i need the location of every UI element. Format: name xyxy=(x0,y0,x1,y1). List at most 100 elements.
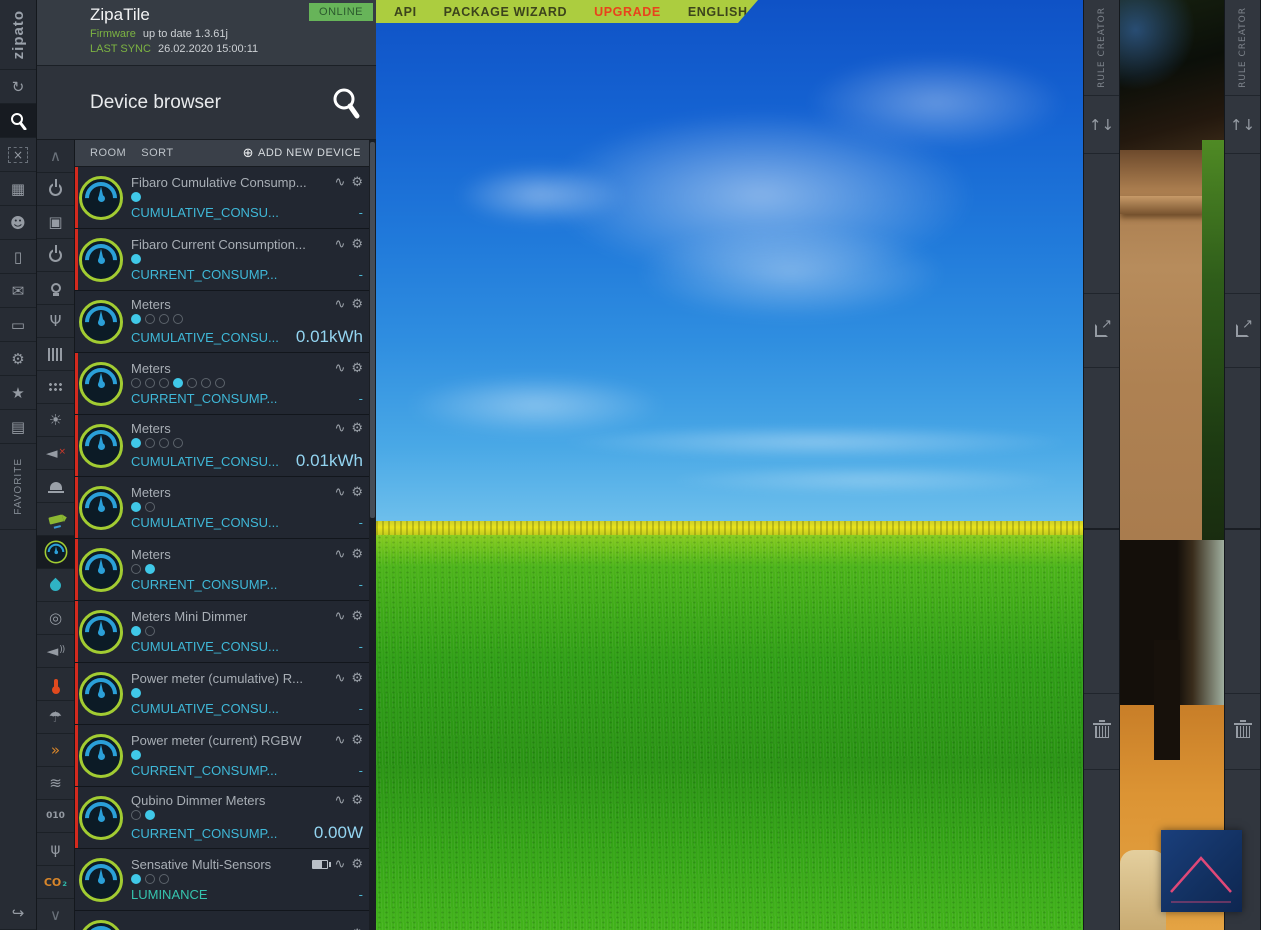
gear-icon[interactable]: ⚙ xyxy=(351,485,363,500)
chevron-up-icon[interactable]: ∧ xyxy=(37,140,74,173)
gear-icon[interactable]: ⚙ xyxy=(351,733,363,748)
device-row[interactable]: Meters ∿ ⚙ CUMULATIVE_CONSU... - xyxy=(75,477,369,539)
device-row[interactable]: Sensative Multi-Sensors ∿ ⚙ LUMINANCE - xyxy=(75,849,369,911)
endpoint-dot[interactable] xyxy=(159,314,169,324)
endpoint-dot[interactable] xyxy=(145,314,155,324)
settings-icon[interactable]: ⚙ xyxy=(0,342,36,376)
endpoint-dots[interactable] xyxy=(131,564,363,575)
endpoint-dot[interactable] xyxy=(173,438,183,448)
notes-icon[interactable]: ▤ xyxy=(0,410,36,444)
device-channel[interactable]: CURRENT_CONSUMP... xyxy=(131,267,353,282)
endpoint-dot[interactable] xyxy=(131,688,141,698)
device-channel[interactable]: CURRENT_CONSUMP... xyxy=(131,577,353,592)
heating-icon[interactable] xyxy=(37,338,74,371)
chart-icon[interactable]: ∿ xyxy=(334,927,345,930)
endpoint-dot[interactable] xyxy=(131,192,141,202)
chart-icon[interactable]: ∿ xyxy=(334,547,345,562)
weather-icon[interactable]: ☂ xyxy=(37,701,74,734)
chart-icon[interactable]: ∿ xyxy=(334,421,345,436)
gear-icon[interactable]: ⚙ xyxy=(351,297,363,312)
chart-icon[interactable]: ∿ xyxy=(334,609,345,624)
contacts-icon[interactable]: ▯ xyxy=(0,240,36,274)
achievements-icon[interactable]: ★ xyxy=(0,376,36,410)
endpoint-dot[interactable] xyxy=(145,438,155,448)
chart-icon[interactable]: ∿ xyxy=(334,485,345,500)
device-row[interactable]: Meters ∿ ⚙ CURRENT_CONSUMP... - xyxy=(75,539,369,601)
endpoint-dot[interactable] xyxy=(173,314,183,324)
gear-icon[interactable]: ⚙ xyxy=(351,421,363,436)
endpoint-dot[interactable] xyxy=(131,810,141,820)
chart-icon[interactable]: ∿ xyxy=(334,733,345,748)
endpoint-dots[interactable] xyxy=(131,378,363,389)
gear-icon[interactable]: ⚙ xyxy=(351,175,363,190)
gear-icon[interactable]: ⚙ xyxy=(351,361,363,376)
endpoint-dots[interactable] xyxy=(131,314,363,325)
endpoint-dot[interactable] xyxy=(131,502,141,512)
gear-icon[interactable]: ⚙ xyxy=(351,927,363,930)
co2-icon[interactable]: CO₂ xyxy=(37,866,74,899)
endpoint-dot[interactable] xyxy=(131,626,141,636)
search-icon[interactable] xyxy=(0,104,36,138)
gear-icon[interactable]: ⚙ xyxy=(351,609,363,624)
binary-icon[interactable]: 010 xyxy=(37,800,74,833)
messages-icon[interactable]: ✉ xyxy=(0,274,36,308)
gear-icon[interactable]: ⚙ xyxy=(351,671,363,686)
endpoint-dot[interactable] xyxy=(145,626,155,636)
menu-item-upgrade[interactable]: UPGRADE xyxy=(594,5,661,19)
endpoint-dot[interactable] xyxy=(215,378,225,388)
siren-icon[interactable] xyxy=(37,470,74,503)
speaker-muted-icon[interactable]: ◄× xyxy=(37,437,74,470)
chart-icon[interactable]: ∿ xyxy=(334,793,345,808)
endpoint-dot[interactable] xyxy=(159,874,169,884)
appliance-icon[interactable]: ▣ xyxy=(37,206,74,239)
endpoint-dot[interactable] xyxy=(131,874,141,884)
endpoint-dot[interactable] xyxy=(173,378,183,388)
endpoint-dots[interactable] xyxy=(131,438,363,449)
thermometer-icon[interactable] xyxy=(37,668,74,701)
meter-gauge-icon[interactable] xyxy=(37,536,74,569)
endpoint-dot[interactable] xyxy=(131,378,141,388)
transform-icon[interactable]: × xyxy=(0,138,36,172)
sort-button[interactable]: SORT xyxy=(141,147,173,159)
list-scrollbar[interactable] xyxy=(369,140,376,930)
endpoint-dot[interactable] xyxy=(131,438,141,448)
device-channel[interactable]: CUMULATIVE_CONSU... xyxy=(131,330,290,345)
add-new-device-button[interactable]: ⊕ ADD NEW DEVICE xyxy=(243,146,361,161)
scrollbar-thumb[interactable] xyxy=(370,142,375,518)
endpoint-dots[interactable] xyxy=(131,254,363,265)
trash-icon[interactable] xyxy=(1084,694,1119,770)
users-icon[interactable]: ☻ xyxy=(0,206,36,240)
device-channel[interactable]: CUMULATIVE_CONSU... xyxy=(131,515,353,530)
device-row[interactable]: Power meter (current) RGBW ∿ ⚙ CURRENT_C… xyxy=(75,725,369,787)
endpoint-dots[interactable] xyxy=(131,626,363,637)
device-row[interactable]: Fibaro Current Consumption... ∿ ⚙ CURREN… xyxy=(75,229,369,291)
gear-icon[interactable]: ⚙ xyxy=(351,237,363,252)
device-row[interactable]: Temperature S... ∿ ⚙ xyxy=(75,911,369,930)
device-channel[interactable]: CUMULATIVE_CONSU... xyxy=(131,639,353,654)
bulb-rays-icon[interactable]: ☀ xyxy=(37,404,74,437)
menu-item-api[interactable]: API xyxy=(394,5,417,19)
room-filter-button[interactable]: ROOM xyxy=(90,147,126,159)
wallet-icon[interactable]: ▭ xyxy=(0,308,36,342)
endpoint-dots[interactable] xyxy=(131,750,363,761)
power2-icon[interactable] xyxy=(37,239,74,272)
device-channel[interactable]: CURRENT_CONSUMP... xyxy=(131,826,308,841)
dots-grid-icon[interactable] xyxy=(37,371,74,404)
search-icon[interactable] xyxy=(330,86,362,120)
zipato-logo-tile[interactable] xyxy=(1161,830,1242,912)
sync-icon[interactable]: ↻ xyxy=(0,70,36,104)
device-channel[interactable]: CUMULATIVE_CONSU... xyxy=(131,701,353,716)
gear-icon[interactable]: ⚙ xyxy=(351,857,363,872)
scenes-icon[interactable]: ▦ xyxy=(0,172,36,206)
device-channel[interactable]: CUMULATIVE_CONSU... xyxy=(131,454,290,469)
endpoint-dot[interactable] xyxy=(201,378,211,388)
water-drop-icon[interactable] xyxy=(37,569,74,602)
rf-waves-icon[interactable]: ≋ xyxy=(37,767,74,800)
endpoint-dot[interactable] xyxy=(145,502,155,512)
export-icon[interactable] xyxy=(1225,294,1260,368)
device-channel[interactable]: CUMULATIVE_CONSU... xyxy=(131,205,353,220)
device-row[interactable]: Fibaro Cumulative Consump... ∿ ⚙ CUMULAT… xyxy=(75,167,369,229)
endpoint-dot[interactable] xyxy=(145,874,155,884)
endpoint-dot[interactable] xyxy=(131,254,141,264)
endpoint-dot[interactable] xyxy=(159,438,169,448)
